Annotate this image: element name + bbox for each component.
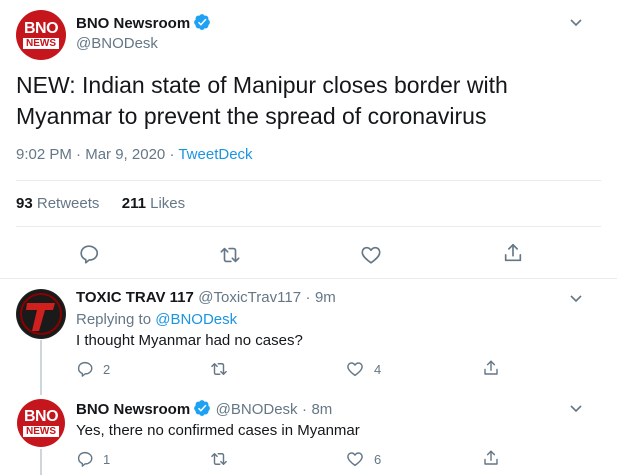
reply-time[interactable]: 8m <box>311 401 332 418</box>
meta-separator: · <box>302 401 308 418</box>
retweet-icon[interactable] <box>219 244 241 266</box>
reply-count: 1 <box>103 452 111 467</box>
like-heart-icon[interactable] <box>360 244 382 266</box>
avatar-logo-text: BNO <box>23 408 59 425</box>
likes-count: 211 <box>121 195 146 212</box>
reply-time[interactable]: 9m <box>315 289 336 306</box>
retweets-label: Retweets <box>36 195 100 212</box>
author-name[interactable]: BNO Newsroom <box>76 15 190 32</box>
tweet-source[interactable]: TweetDeck <box>178 146 252 163</box>
reply-count: 2 <box>103 362 111 377</box>
reply-author-handle[interactable]: @ToxicTrav117 <box>198 289 301 306</box>
tweet-stats: 93 Retweets 211 Likes <box>16 195 185 212</box>
meta-separator: · <box>76 146 82 163</box>
avatar-logo-subtext: NEWS <box>23 38 59 49</box>
retweet-icon[interactable] <box>210 360 228 378</box>
author-block: BNO Newsroom @BNODesk <box>76 13 211 52</box>
bno-avatar[interactable]: BNO NEWS <box>17 399 65 447</box>
chevron-down-icon[interactable] <box>568 14 584 30</box>
reply-header: BNO Newsroom @BNODesk · 8m <box>76 399 332 419</box>
reply-icon[interactable] <box>76 360 94 378</box>
share-icon[interactable] <box>502 242 524 264</box>
tweet-text: NEW: Indian state of Manipur closes bord… <box>16 72 508 129</box>
thread-line <box>40 340 42 395</box>
reply-header: TOXIC TRAV 117 @ToxicTrav117 · 9m <box>76 289 336 307</box>
like-count: 4 <box>374 362 382 377</box>
retweets-stat[interactable]: 93 Retweets <box>16 195 99 212</box>
retweets-count: 93 <box>16 195 33 212</box>
likes-stat[interactable]: 211 Likes <box>122 195 185 212</box>
meta-separator: · <box>305 289 311 306</box>
reply-author-handle[interactable]: @BNODesk <box>216 401 298 418</box>
tweet-date[interactable]: Mar 9, 2020 <box>85 146 165 163</box>
replying-to-handle[interactable]: @BNODesk <box>155 311 237 328</box>
like-count: 6 <box>374 452 382 467</box>
toxic-trav-avatar[interactable] <box>16 289 66 339</box>
reply-text: Yes, there no confirmed cases in Myanmar <box>76 422 360 439</box>
toxic-trav-logo-icon <box>17 290 65 338</box>
replying-to-label: Replying to <box>76 311 152 328</box>
meta-separator: · <box>169 146 175 163</box>
reply-icon[interactable] <box>76 450 94 468</box>
bno-avatar[interactable]: BNO NEWS <box>16 10 66 60</box>
like-heart-icon[interactable] <box>346 360 364 378</box>
divider <box>16 180 601 181</box>
thread-line <box>40 449 42 475</box>
likes-label: Likes <box>150 195 186 212</box>
reply-author-name[interactable]: BNO Newsroom <box>76 401 190 418</box>
reply-author-name[interactable]: TOXIC TRAV 117 <box>76 289 194 306</box>
divider <box>0 278 617 279</box>
author-handle[interactable]: @BNODesk <box>76 35 211 52</box>
avatar-logo-text: BNO <box>23 20 59 37</box>
verified-badge-icon <box>194 14 211 30</box>
reply-icon[interactable] <box>78 243 100 265</box>
retweet-icon[interactable] <box>210 450 228 468</box>
verified-badge-icon <box>194 400 211 416</box>
share-icon[interactable] <box>482 359 500 377</box>
tweet-time[interactable]: 9:02 PM <box>16 146 72 163</box>
divider <box>16 226 601 227</box>
chevron-down-icon[interactable] <box>568 290 584 306</box>
avatar-logo-subtext: NEWS <box>23 426 59 437</box>
reply-text: I thought Myanmar had no cases? <box>76 332 303 349</box>
like-heart-icon[interactable] <box>346 450 364 468</box>
share-icon[interactable] <box>482 449 500 467</box>
replying-to: Replying to @BNODesk <box>76 311 237 328</box>
chevron-down-icon[interactable] <box>568 400 584 416</box>
tweet-meta: 9:02 PM · Mar 9, 2020 · TweetDeck <box>16 146 253 163</box>
